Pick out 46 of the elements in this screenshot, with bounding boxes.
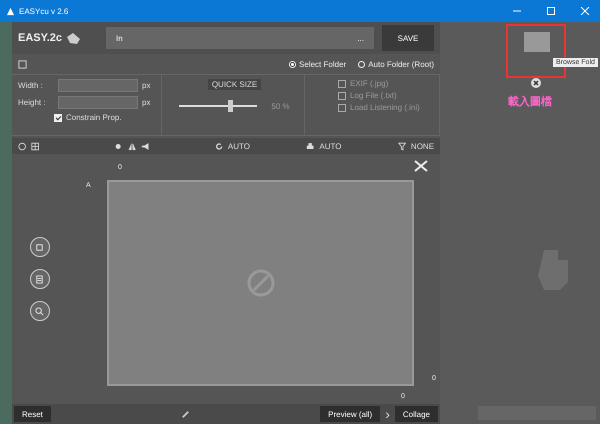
checkbox-label: Log File (.txt) — [350, 91, 397, 100]
circle-icon[interactable] — [18, 142, 26, 150]
reset-button[interactable]: Reset — [14, 406, 51, 422]
unit-label: px — [142, 98, 150, 107]
collage-button[interactable]: Collage — [394, 406, 438, 422]
filter-icon[interactable] — [398, 142, 406, 150]
size-reading: 50 % — [271, 102, 290, 110]
caption-text: 載入圖檔 — [508, 94, 552, 109]
checkbox[interactable] — [338, 80, 346, 88]
path-field[interactable]: In ... — [106, 27, 374, 49]
app-icon — [6, 6, 15, 16]
print-value: AUTO — [319, 142, 342, 150]
document-tool-button[interactable] — [30, 269, 50, 289]
height-label: Height : — [18, 98, 47, 107]
quick-size-label: QUICK SIZE — [208, 79, 262, 90]
zoom-tool-button[interactable] — [30, 301, 50, 321]
checkbox-label: Constrain Prop. — [66, 113, 122, 122]
checkbox-label: Load Listening (.ini) — [350, 103, 420, 112]
printer-icon[interactable] — [306, 142, 314, 150]
close-icon[interactable] — [414, 160, 428, 172]
close-icon[interactable] — [530, 77, 542, 89]
zoom-icon — [35, 306, 44, 316]
height-field[interactable] — [58, 96, 138, 109]
grid-icon[interactable] — [31, 142, 40, 150]
checkbox-label: EXIF (.jpg) — [350, 79, 388, 88]
unit-label: px — [142, 81, 150, 90]
logo-text: EASY.2c — [18, 32, 62, 44]
width-field[interactable] — [58, 79, 138, 92]
rotate-value: AUTO — [228, 142, 250, 150]
image-tool-button[interactable] — [30, 237, 50, 257]
megaphone-icon[interactable] — [140, 142, 150, 150]
save-button[interactable]: SAVE — [382, 25, 434, 51]
next-button[interactable]: › — [383, 406, 392, 422]
radio-option[interactable]: Auto Folder (Root) — [358, 60, 434, 68]
rotate-icon[interactable] — [214, 142, 223, 150]
filter-value: NONE — [410, 142, 434, 150]
preview-button[interactable]: Preview (all) — [320, 406, 380, 422]
pencil-icon[interactable] — [181, 410, 190, 418]
document-icon — [35, 274, 44, 284]
radio-option[interactable]: Select Folder — [289, 60, 346, 68]
width-label: Width : — [18, 81, 44, 90]
checkbox[interactable] — [338, 92, 346, 100]
window-title: EASYcu v 2.6 — [19, 6, 68, 16]
no-image-icon — [246, 268, 276, 298]
checkbox[interactable] — [338, 104, 346, 112]
flip-icon[interactable] — [128, 142, 136, 150]
